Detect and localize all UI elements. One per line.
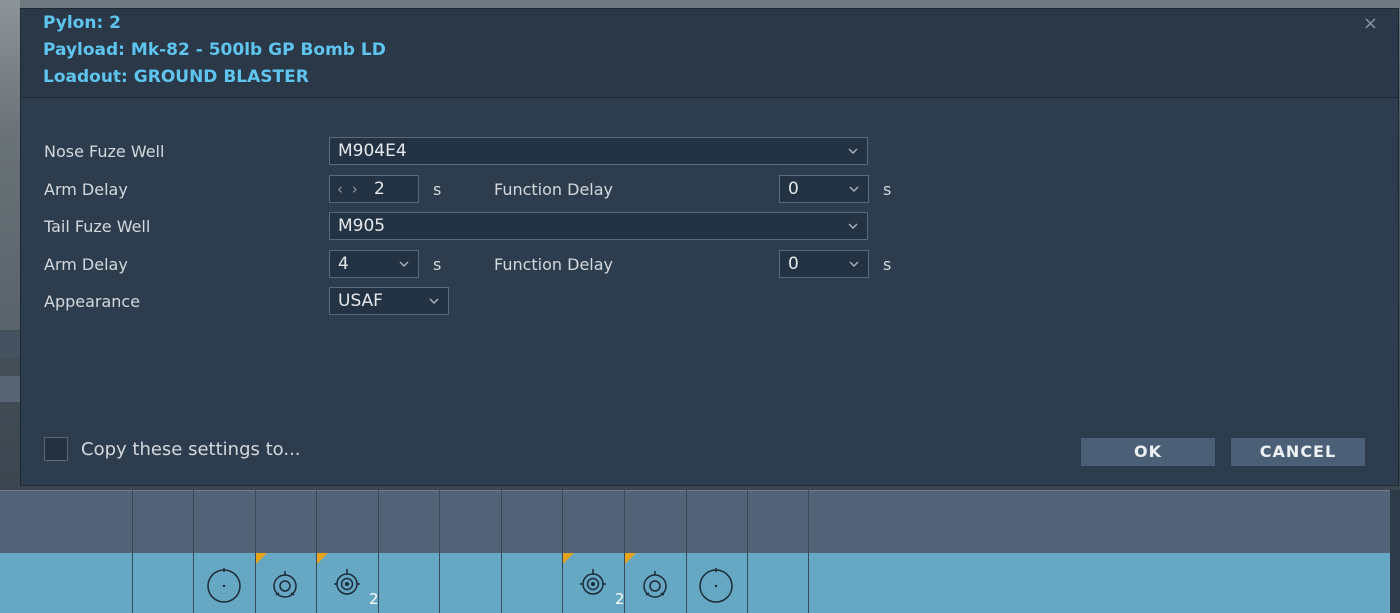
nose-function-delay-label: Function Delay <box>494 180 614 199</box>
pylon-weapon-icon[interactable] <box>206 567 242 603</box>
grid-divider <box>808 490 809 613</box>
grid-divider <box>747 490 748 613</box>
stepper-arrows-icon[interactable]: ‹ › <box>337 180 360 198</box>
weapon-count: 2 <box>369 590 379 608</box>
close-icon[interactable]: × <box>1363 13 1378 34</box>
modified-flag-icon <box>625 553 636 564</box>
chevron-down-icon <box>848 223 858 229</box>
cancel-button[interactable]: CANCEL <box>1230 437 1366 467</box>
chevron-down-icon <box>429 298 439 304</box>
unit-seconds: s <box>433 255 442 274</box>
tail-arm-delay-value: 4 <box>338 254 349 274</box>
tail-function-delay-select[interactable]: 0 <box>779 250 869 278</box>
weapon-count: 2 <box>615 590 625 608</box>
nose-function-delay-value: 0 <box>788 179 799 199</box>
tail-function-delay-label: Function Delay <box>494 255 614 274</box>
nose-fuze-select[interactable]: M904E4 <box>329 137 868 165</box>
fuze-weapon-icon[interactable] <box>637 567 673 603</box>
tail-fuze-value: M905 <box>338 216 386 236</box>
background-panel <box>0 332 20 358</box>
grid-divider <box>193 490 194 613</box>
appearance-value: USAF <box>338 291 383 311</box>
nose-fuze-value: M904E4 <box>338 141 407 161</box>
grid-divider <box>686 490 687 613</box>
appearance-label: Appearance <box>44 292 141 311</box>
chevron-down-icon <box>849 261 859 267</box>
unit-seconds: s <box>883 180 892 199</box>
tail-arm-delay-select[interactable]: 4 <box>329 250 419 278</box>
nose-arm-delay-label: Arm Delay <box>44 180 128 199</box>
modified-flag-icon <box>317 553 328 564</box>
dialog-header: Pylon: 2 Payload: Mk-82 - 500lb GP Bomb … <box>21 9 1398 98</box>
grid-divider <box>316 490 317 613</box>
background-strip <box>0 0 20 330</box>
chevron-down-icon <box>399 261 409 267</box>
background-panel <box>0 376 20 402</box>
grid-divider <box>501 490 502 613</box>
modified-flag-icon <box>256 553 267 564</box>
grid-scroll-edge <box>1390 490 1400 613</box>
nose-fuze-label: Nose Fuze Well <box>44 142 165 161</box>
pylon-grid-header-row <box>0 490 1391 554</box>
pylon-settings-dialog: Pylon: 2 Payload: Mk-82 - 500lb GP Bomb … <box>20 8 1399 486</box>
payload-title: Payload: Mk-82 - 500lb GP Bomb LD <box>43 40 386 60</box>
unit-seconds: s <box>433 180 442 199</box>
cluster-weapon-icon[interactable] <box>329 567 365 603</box>
nose-arm-delay-stepper[interactable]: ‹ › 2 <box>329 175 419 203</box>
ok-button[interactable]: OK <box>1080 437 1216 467</box>
nose-arm-delay-value: 2 <box>374 179 385 199</box>
tail-arm-delay-label: Arm Delay <box>44 255 128 274</box>
copy-settings-label[interactable]: Copy these settings to... <box>81 439 301 460</box>
tail-fuze-label: Tail Fuze Well <box>44 217 151 236</box>
grid-divider <box>562 490 563 613</box>
appearance-select[interactable]: USAF <box>329 287 449 315</box>
grid-divider <box>439 490 440 613</box>
cluster-weapon-icon[interactable] <box>575 567 611 603</box>
nose-function-delay-select[interactable]: 0 <box>779 175 869 203</box>
pylon-title: Pylon: 2 <box>43 13 122 33</box>
pylon-weapon-icon[interactable] <box>698 567 734 603</box>
unit-seconds: s <box>883 255 892 274</box>
fuze-weapon-icon[interactable] <box>267 567 303 603</box>
loadout-title: Loadout: GROUND BLASTER <box>43 67 309 87</box>
grid-divider <box>255 490 256 613</box>
copy-settings-checkbox[interactable] <box>44 437 68 461</box>
chevron-down-icon <box>848 148 858 154</box>
tail-fuze-select[interactable]: M905 <box>329 212 868 240</box>
modified-flag-icon <box>563 553 574 564</box>
chevron-down-icon <box>849 186 859 192</box>
tail-function-delay-value: 0 <box>788 254 799 274</box>
grid-divider <box>132 490 133 613</box>
